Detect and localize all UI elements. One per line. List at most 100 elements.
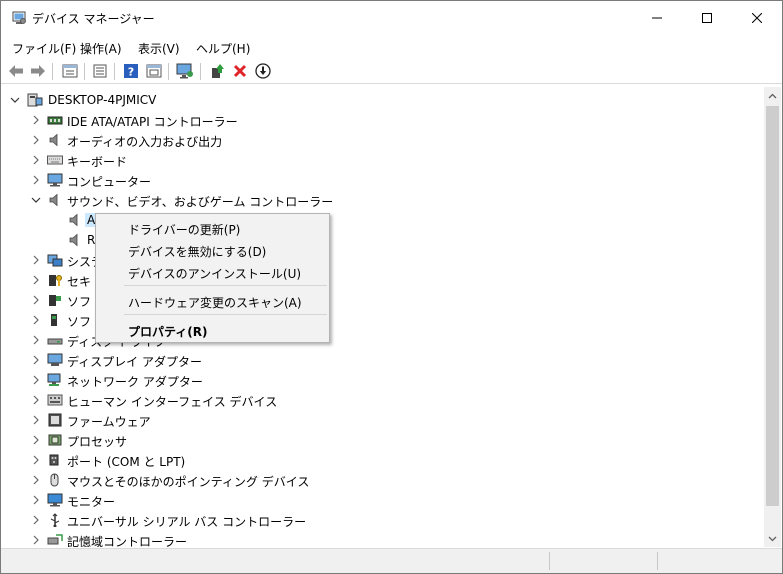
- tree-item-label: コンピューター: [67, 175, 152, 189]
- speaker-icon: [69, 233, 78, 247]
- expand-chevron-icon[interactable]: [31, 414, 41, 426]
- context-separator: [124, 314, 327, 315]
- update-driver-button[interactable]: [207, 61, 227, 81]
- display-icon: [47, 353, 63, 366]
- expand-chevron-icon[interactable]: [31, 454, 41, 466]
- context-update-driver[interactable]: ドライバーの更新(P): [96, 217, 329, 239]
- tree-category-item[interactable]: コンピューター: [1, 170, 764, 190]
- title-bar[interactable]: デバイス マネージャー: [1, 1, 782, 35]
- scroll-up-button[interactable]: [764, 87, 781, 104]
- tree-category-item[interactable]: マウスとそのほかのポインティング デバイス: [1, 470, 764, 490]
- expand-chevron-icon[interactable]: [31, 334, 41, 346]
- disable-device-icon: [255, 63, 271, 79]
- tree-category-item[interactable]: ネットワーク アダプター: [1, 370, 764, 390]
- update-driver-icon: [212, 64, 224, 78]
- usb-icon: [50, 513, 60, 527]
- processor-icon: [48, 434, 62, 446]
- help-icon: ?: [124, 64, 138, 79]
- close-button[interactable]: [734, 1, 780, 35]
- speaker-icon: [49, 133, 58, 147]
- tree-category-item[interactable]: ファームウェア: [1, 410, 764, 430]
- help-button[interactable]: ?: [121, 61, 141, 81]
- tree-item-label: ヒューマン インターフェイス デバイス: [67, 395, 278, 409]
- chevron-up-icon: [768, 93, 777, 98]
- expand-chevron-icon[interactable]: [31, 354, 41, 366]
- tree-root-label: DESKTOP-4PJMICV: [48, 93, 157, 107]
- svg-text:?: ?: [128, 66, 134, 79]
- hid-icon: [47, 394, 63, 406]
- uninstall-device-button[interactable]: [230, 61, 250, 81]
- toolbar: ?: [1, 59, 782, 84]
- tree-item-label: ファームウェア: [67, 415, 151, 429]
- expand-chevron-icon[interactable]: [31, 274, 41, 286]
- chevron-down-icon: [768, 536, 777, 541]
- context-scan-hardware[interactable]: ハードウェア変更のスキャン(A): [96, 290, 329, 312]
- expand-chevron-icon[interactable]: [31, 114, 41, 126]
- tree-item-label: オーディオの入力および出力: [67, 135, 223, 149]
- context-disable-device[interactable]: デバイスを無効にする(D): [96, 239, 329, 261]
- expand-chevron-icon[interactable]: [31, 534, 41, 546]
- uninstall-icon: [233, 64, 247, 78]
- tree-category-item[interactable]: ポート (COM と LPT): [1, 450, 764, 470]
- back-button[interactable]: [6, 61, 26, 81]
- context-properties[interactable]: プロパティ(R): [96, 319, 329, 341]
- disable-device-button[interactable]: [253, 61, 273, 81]
- monitor-icon: [47, 493, 63, 507]
- tree-category-item[interactable]: モニター: [1, 490, 764, 510]
- tree-category-item[interactable]: ヒューマン インターフェイス デバイス: [1, 390, 764, 410]
- expand-chevron-icon[interactable]: [31, 254, 41, 266]
- vertical-scrollbar[interactable]: [764, 87, 781, 547]
- expand-chevron-icon[interactable]: [31, 374, 41, 386]
- context-separator: [124, 285, 327, 286]
- network-icon: [47, 373, 61, 386]
- expand-chevron-icon[interactable]: [31, 434, 41, 446]
- properties-view-button[interactable]: [60, 61, 80, 81]
- scroll-down-button[interactable]: [764, 530, 781, 547]
- expand-chevron-icon[interactable]: [31, 154, 41, 166]
- collapse-chevron-icon[interactable]: [31, 194, 41, 206]
- tree-category-item[interactable]: キーボード: [1, 150, 764, 170]
- menu-bar: ファイル(F) 操作(A) 表示(V) ヘルプ(H): [1, 36, 782, 58]
- tree-category-item[interactable]: オーディオの入力および出力: [1, 130, 764, 150]
- tree-category-item[interactable]: ディスプレイ アダプター: [1, 350, 764, 370]
- expand-chevron-icon[interactable]: [31, 394, 41, 406]
- menu-file[interactable]: ファイル(F): [12, 40, 76, 57]
- forward-button[interactable]: [28, 61, 48, 81]
- list-view-button[interactable]: [90, 61, 110, 81]
- expand-chevron-icon[interactable]: [31, 514, 41, 526]
- menu-help[interactable]: ヘルプ(H): [196, 40, 250, 57]
- tree-item-label: ユニバーサル シリアル バス コントローラー: [67, 515, 307, 529]
- tree-root[interactable]: DESKTOP-4PJMICV: [1, 90, 764, 110]
- collapse-chevron-icon[interactable]: [10, 94, 20, 106]
- firmware-icon: [48, 413, 62, 427]
- tree-item-label: ポート (COM と LPT): [67, 455, 186, 469]
- expand-chevron-icon[interactable]: [31, 494, 41, 506]
- expand-chevron-icon[interactable]: [31, 134, 41, 146]
- expand-chevron-icon[interactable]: [31, 474, 41, 486]
- tree-category-item[interactable]: IDE ATA/ATAPI コントローラー: [1, 110, 764, 130]
- tree-category-item[interactable]: プロセッサ: [1, 430, 764, 450]
- menu-view[interactable]: 表示(V): [138, 40, 180, 57]
- tree-category-item[interactable]: サウンド、ビデオ、およびゲーム コントローラー: [1, 190, 764, 210]
- port-icon: [49, 454, 59, 466]
- speaker-icon: [69, 213, 78, 227]
- expand-chevron-icon[interactable]: [31, 314, 41, 326]
- expand-chevron-icon[interactable]: [31, 174, 41, 186]
- expand-chevron-icon[interactable]: [31, 294, 41, 306]
- mouse-icon: [50, 473, 59, 487]
- maximize-button[interactable]: [684, 1, 730, 35]
- tree-item-label: プロセッサ: [67, 435, 128, 449]
- show-hidden-button[interactable]: [144, 61, 164, 81]
- computer-root-icon: [27, 93, 43, 107]
- tree-category-item[interactable]: 記憶域コントローラー: [1, 530, 764, 547]
- scrollbar-thumb[interactable]: [766, 106, 779, 506]
- menu-action[interactable]: 操作(A): [80, 40, 122, 57]
- close-icon: [752, 13, 762, 23]
- context-uninstall-device[interactable]: デバイスのアンインストール(U): [96, 261, 329, 283]
- device-manager-window: デバイス マネージャー ファイル(F) 操作(A) 表示(V) ヘルプ(H) ?…: [0, 0, 783, 574]
- minimize-button[interactable]: [634, 1, 680, 35]
- tree-category-item[interactable]: ユニバーサル シリアル バス コントローラー: [1, 510, 764, 530]
- keyboard-icon: [47, 155, 63, 165]
- back-icon: [9, 65, 23, 77]
- scan-hardware-button[interactable]: [175, 61, 195, 81]
